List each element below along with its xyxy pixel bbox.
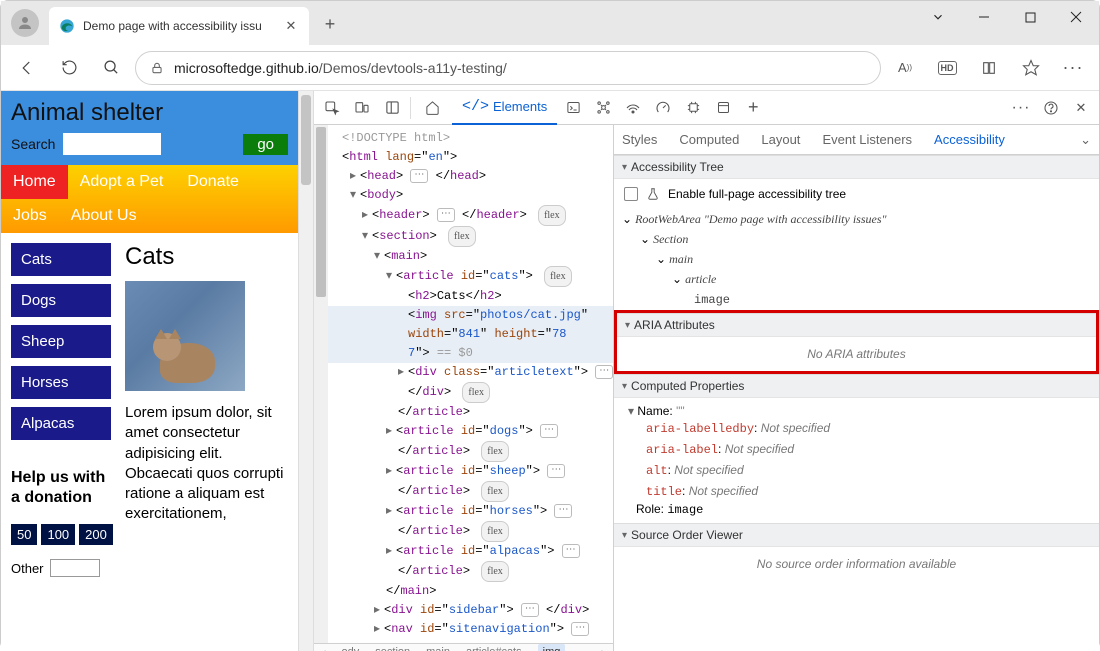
url-text: microsoftedge.github.io/Demos/devtools-a… xyxy=(174,60,507,76)
memory-icon[interactable] xyxy=(679,94,707,122)
hd-icon[interactable]: HD xyxy=(929,50,965,86)
edge-icon xyxy=(59,18,75,34)
new-tab-button[interactable]: + xyxy=(315,9,345,39)
flask-icon xyxy=(646,187,660,201)
add-tab-icon[interactable]: + xyxy=(739,94,767,122)
favorite-button[interactable] xyxy=(1013,50,1049,86)
read-aloud-icon[interactable]: A)) xyxy=(887,50,923,86)
search-button[interactable] xyxy=(93,50,129,86)
tab-accessibility[interactable]: Accessibility xyxy=(934,132,1005,147)
devtools-close-icon[interactable]: ✕ xyxy=(1067,94,1095,122)
elements-sidebar: Styles Computed Layout Event Listeners A… xyxy=(614,125,1099,651)
aria-attributes-section: ▾ARIA Attributes No ARIA attributes xyxy=(614,310,1099,374)
tab-styles[interactable]: Styles xyxy=(622,132,657,147)
inspect-icon[interactable] xyxy=(318,94,346,122)
browser-tab[interactable]: Demo page with accessibility issu ✕ xyxy=(49,7,309,45)
device-icon[interactable] xyxy=(348,94,376,122)
application-icon[interactable] xyxy=(709,94,737,122)
nav-about[interactable]: About Us xyxy=(59,199,149,233)
welcome-tab[interactable] xyxy=(415,91,450,125)
dom-scrollbar[interactable] xyxy=(314,125,328,643)
dom-tree[interactable]: <!DOCTYPE html> <html lang="en"> ▸<head>… xyxy=(328,125,613,643)
page-scrollbar[interactable] xyxy=(298,91,314,651)
sidebar-alpacas[interactable]: Alpacas xyxy=(11,407,111,440)
tab-computed[interactable]: Computed xyxy=(679,132,739,147)
code-icon: </> xyxy=(462,98,489,115)
crumb-body[interactable]: ody xyxy=(342,646,360,651)
tab-event-listeners[interactable]: Event Listeners xyxy=(822,132,912,147)
go-button[interactable]: go xyxy=(243,134,288,155)
crumb-section[interactable]: section xyxy=(375,646,410,651)
tab-close-button[interactable]: ✕ xyxy=(283,18,299,34)
back-button[interactable] xyxy=(9,50,45,86)
home-icon xyxy=(425,100,440,115)
sidebar-tabs: Styles Computed Layout Event Listeners A… xyxy=(614,125,1099,155)
chevron-down-icon[interactable] xyxy=(915,1,961,33)
lock-icon xyxy=(150,61,164,75)
person-icon xyxy=(16,14,34,32)
chevron-down-icon[interactable]: ⌄ xyxy=(1080,132,1091,148)
site-header: Animal shelter Search go xyxy=(1,91,298,165)
minimize-button[interactable] xyxy=(961,1,1007,33)
address-bar[interactable]: microsoftedge.github.io/Demos/devtools-a… xyxy=(135,51,881,85)
sidebar-cats[interactable]: Cats xyxy=(11,243,111,276)
article-text: Lorem ipsum dolor, sit amet consectetur … xyxy=(125,403,288,525)
dom-tree-panel: <!DOCTYPE html> <html lang="en"> ▸<head>… xyxy=(314,125,614,651)
nav-donate[interactable]: Donate xyxy=(175,165,251,199)
fullpage-checkbox[interactable] xyxy=(624,187,638,201)
reader-icon[interactable] xyxy=(971,50,1007,86)
aria-header[interactable]: ▾ARIA Attributes xyxy=(617,313,1096,337)
network-icon[interactable] xyxy=(619,94,647,122)
cat-image xyxy=(125,281,245,391)
source-order-empty: No source order information available xyxy=(614,547,1099,581)
crumb-article[interactable]: article#cats xyxy=(466,646,522,651)
webpage-viewport: Animal shelter Search go Home Adopt a Pe… xyxy=(1,91,298,651)
fullpage-label: Enable full-page accessibility tree xyxy=(668,187,846,201)
donation-50[interactable]: 50 xyxy=(11,524,37,545)
dock-icon[interactable] xyxy=(378,94,406,122)
donation-heading: Help us with a donation xyxy=(11,468,111,508)
devtools-more-icon[interactable]: ··· xyxy=(1007,94,1035,122)
console-icon[interactable] xyxy=(559,94,587,122)
other-amount-input[interactable] xyxy=(50,559,100,577)
nav-home[interactable]: Home xyxy=(1,165,68,199)
search-input[interactable] xyxy=(63,133,161,155)
nav-adopt[interactable]: Adopt a Pet xyxy=(68,165,176,199)
page-heading: Cats xyxy=(125,243,288,271)
site-sidebar: Cats Dogs Sheep Horses Alpacas Help us w… xyxy=(11,243,111,641)
donation-100[interactable]: 100 xyxy=(41,524,75,545)
refresh-button[interactable] xyxy=(51,50,87,86)
sidebar-horses[interactable]: Horses xyxy=(11,366,111,399)
accessibility-tree-header[interactable]: ▾Accessibility Tree xyxy=(614,155,1099,179)
donation-200[interactable]: 200 xyxy=(79,524,113,545)
sidebar-dogs[interactable]: Dogs xyxy=(11,284,111,317)
ax-tree[interactable]: ⌄ RootWebArea "Demo page with accessibil… xyxy=(614,209,1099,310)
computed-properties-header[interactable]: ▾Computed Properties xyxy=(614,374,1099,398)
close-window-button[interactable] xyxy=(1053,1,1099,33)
browser-toolbar: microsoftedge.github.io/Demos/devtools-a… xyxy=(1,45,1099,91)
site-title: Animal shelter xyxy=(11,99,288,127)
more-button[interactable]: ··· xyxy=(1055,50,1091,86)
main-content: Cats Lorem ipsum dolor, sit amet consect… xyxy=(125,243,288,641)
other-label: Other xyxy=(11,561,44,576)
main-nav: Home Adopt a Pet Donate Jobs About Us xyxy=(1,165,298,233)
devtools-toolbar: </>Elements + ··· ✕ xyxy=(314,91,1099,125)
sidebar-sheep[interactable]: Sheep xyxy=(11,325,111,358)
elements-tab[interactable]: </>Elements xyxy=(452,91,557,125)
search-label: Search xyxy=(11,136,55,152)
performance-icon[interactable] xyxy=(649,94,677,122)
aria-empty-text: No ARIA attributes xyxy=(617,337,1096,371)
window-controls xyxy=(915,1,1099,33)
sources-icon[interactable] xyxy=(589,94,617,122)
profile-avatar[interactable] xyxy=(11,9,39,37)
help-icon[interactable] xyxy=(1037,94,1065,122)
maximize-button[interactable] xyxy=(1007,1,1053,33)
window-titlebar: Demo page with accessibility issu ✕ + xyxy=(1,1,1099,45)
source-order-header[interactable]: ▾Source Order Viewer xyxy=(614,523,1099,547)
tab-layout[interactable]: Layout xyxy=(761,132,800,147)
crumb-main[interactable]: main xyxy=(426,646,450,651)
tab-title: Demo page with accessibility issu xyxy=(83,19,275,33)
devtools-panel: </>Elements + ··· ✕ <!DOCTYPE html> <htm… xyxy=(314,91,1099,651)
